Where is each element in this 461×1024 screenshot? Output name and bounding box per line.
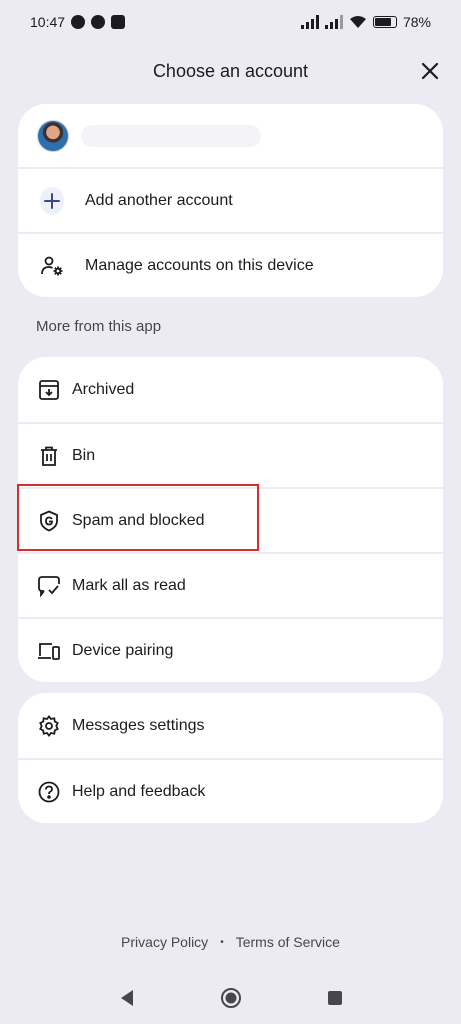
page-title: Choose an account — [152, 60, 309, 81]
settings-card: Messages settings Help and feedback — [18, 693, 443, 823]
manage-accounts-icon — [40, 254, 64, 278]
status-right: 78% — [300, 14, 431, 30]
manage-accounts-button[interactable]: Manage accounts on this device — [18, 232, 443, 297]
account-name-redacted — [81, 124, 261, 147]
plus-icon — [40, 186, 64, 215]
menu-item-bin[interactable]: Bin — [18, 422, 443, 487]
accounts-card: Add another account Manage accounts on t… — [18, 104, 443, 297]
menu-item-spam-and-blocked[interactable]: Spam and blocked — [18, 487, 443, 552]
close-icon — [421, 62, 439, 80]
notification-icon — [71, 15, 86, 29]
more-menu-card: Archived Bin Spam and blocked Mark all a… — [18, 357, 443, 682]
mark-read-icon — [37, 574, 61, 598]
status-left: 10:47 — [30, 14, 126, 30]
recents-icon — [327, 991, 342, 1005]
status-bar: 10:47 78% — [0, 0, 461, 44]
dialog-header: Choose an account — [0, 52, 461, 90]
footer-separator: • — [220, 936, 224, 948]
recents-button[interactable] — [322, 985, 348, 1011]
back-button[interactable] — [114, 985, 140, 1011]
whatsapp-icon — [91, 15, 106, 29]
back-icon — [120, 990, 133, 1006]
trash-icon — [37, 444, 61, 468]
menu-item-label: Mark all as read — [72, 576, 186, 594]
terms-of-service-link[interactable]: Terms of Service — [236, 934, 340, 950]
battery-percent: 78% — [402, 14, 431, 30]
battery-icon — [372, 16, 397, 28]
manage-accounts-label: Manage accounts on this device — [85, 256, 314, 274]
status-time: 10:47 — [30, 14, 66, 30]
privacy-policy-link[interactable]: Privacy Policy — [121, 934, 208, 950]
add-account-label: Add another account — [85, 191, 233, 209]
wifi-icon — [349, 16, 366, 28]
help-icon — [37, 780, 61, 804]
menu-item-label: Spam and blocked — [72, 511, 205, 529]
avatar — [37, 119, 69, 152]
home-icon — [220, 988, 241, 1008]
plus-icon-wrap — [40, 186, 64, 215]
menu-item-label: Archived — [72, 380, 135, 398]
close-button[interactable] — [417, 58, 443, 84]
gear-icon — [37, 714, 61, 738]
menu-item-archived[interactable]: Archived — [18, 357, 443, 422]
mi-icon — [111, 15, 126, 29]
menu-item-device-pairing[interactable]: Device pairing — [18, 617, 443, 682]
menu-item-label: Device pairing — [72, 641, 174, 659]
add-account-button[interactable]: Add another account — [18, 167, 443, 232]
signal-icon-2 — [324, 15, 343, 29]
menu-item-label: Bin — [72, 446, 96, 464]
menu-item-label: Messages settings — [72, 716, 205, 734]
shield-g-icon — [37, 509, 61, 533]
archive-icon — [37, 378, 61, 402]
menu-item-label: Help and feedback — [72, 782, 206, 800]
devices-icon — [37, 639, 61, 663]
section-heading: More from this app — [36, 318, 162, 335]
menu-item-help-feedback[interactable]: Help and feedback — [18, 758, 443, 823]
footer: Privacy Policy • Terms of Service — [0, 934, 461, 950]
menu-item-mark-all-read[interactable]: Mark all as read — [18, 552, 443, 617]
current-account-row[interactable] — [18, 104, 443, 167]
home-button[interactable] — [218, 985, 244, 1011]
menu-item-messages-settings[interactable]: Messages settings — [18, 693, 443, 758]
signal-icon — [300, 15, 319, 29]
system-nav-bar — [0, 976, 461, 1020]
